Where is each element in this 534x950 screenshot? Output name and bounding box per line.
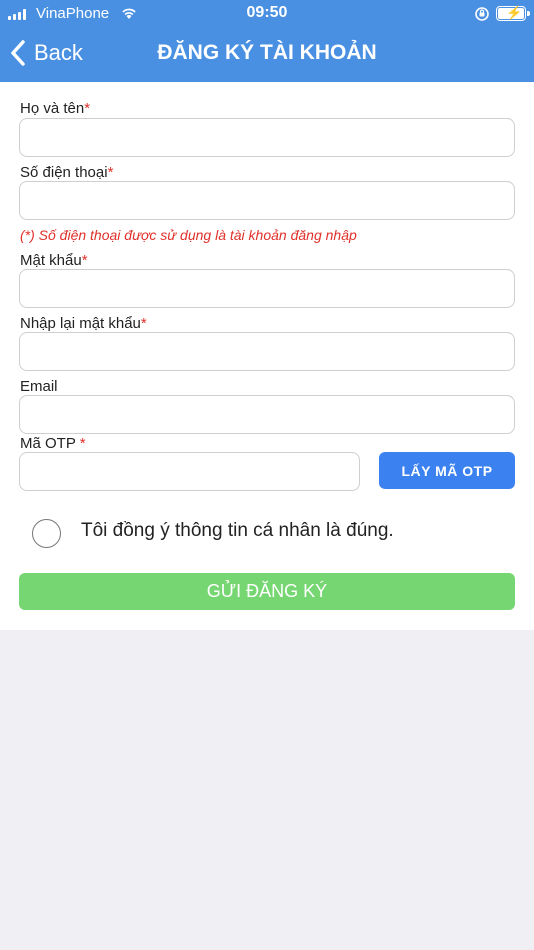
navigation-bar: Back ĐĂNG KÝ TÀI KHOẢN — [0, 28, 534, 82]
confirm-password-input[interactable] — [19, 332, 515, 371]
email-label: Email — [20, 378, 58, 395]
full-name-label: Họ và tên* — [20, 100, 91, 117]
password-input[interactable] — [19, 269, 515, 308]
password-label: Mật khẩu* — [20, 252, 88, 269]
phone-note: (*) Số điện thoại được sử dụng là tài kh… — [20, 227, 357, 243]
agree-label: Tôi đồng ý thông tin cá nhân là đúng. — [81, 520, 394, 541]
battery-icon: ⚡ — [496, 6, 530, 21]
submit-registration-button[interactable]: GỬI ĐĂNG KÝ — [19, 573, 515, 610]
confirm-password-label: Nhập lại mật khẩu* — [20, 315, 147, 332]
otp-label: Mã OTP * — [20, 435, 86, 452]
otp-input[interactable] — [19, 452, 360, 491]
status-time: 09:50 — [246, 4, 288, 21]
status-bar: VinaPhone 09:50 ⚡ — [0, 0, 534, 28]
phone-input[interactable] — [19, 181, 515, 220]
app-header: VinaPhone 09:50 ⚡ Back ĐĂNG KÝ TÀI KHOẢN — [0, 0, 534, 82]
full-name-input[interactable] — [19, 118, 515, 157]
registration-form: Họ và tên* Số điện thoại* (*) Số điện th… — [0, 82, 534, 630]
page-title: ĐĂNG KÝ TÀI KHOẢN — [157, 41, 377, 64]
get-otp-button[interactable]: LẤY MÃ OTP — [379, 452, 515, 489]
email-input[interactable] — [19, 395, 515, 434]
orientation-lock-icon — [475, 7, 489, 21]
phone-label: Số điện thoại* — [20, 164, 114, 181]
agree-radio[interactable] — [32, 519, 61, 548]
